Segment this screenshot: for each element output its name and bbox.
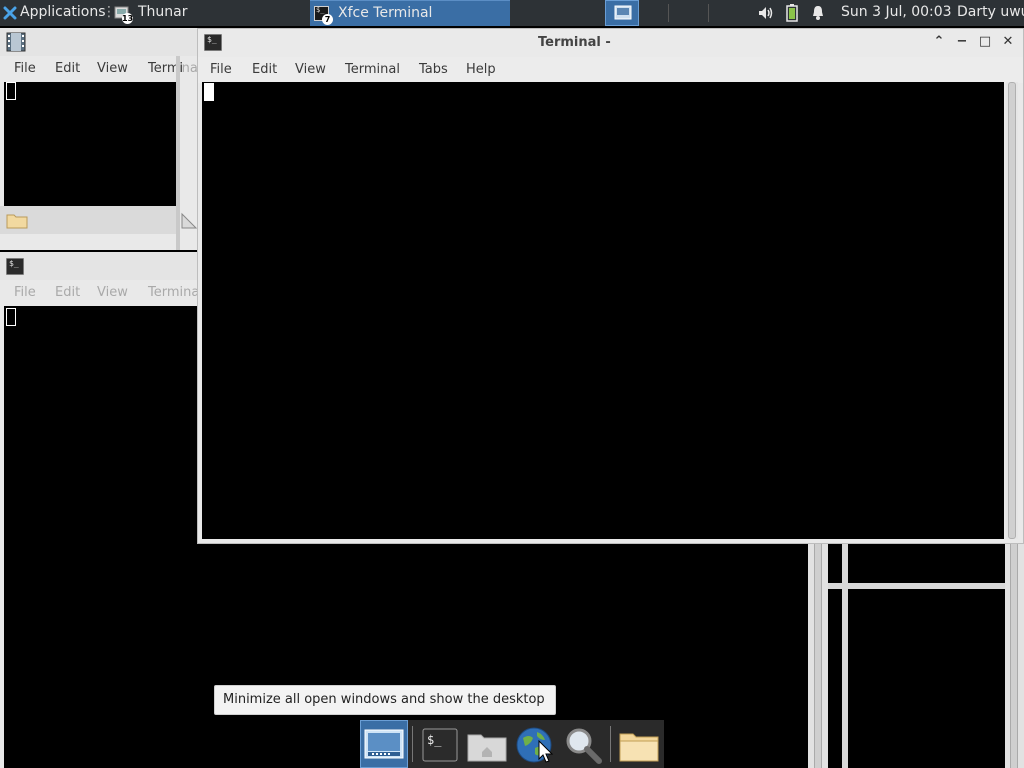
terminal-window-icon: $_ [204, 34, 222, 51]
main-terminal-menubar: File Edit View Terminal Tabs Help [198, 57, 1023, 83]
notification-bell-icon[interactable] [810, 5, 826, 21]
battery-icon[interactable] [786, 4, 798, 22]
folder-icon [619, 733, 659, 762]
menu-terminal[interactable]: Terminal [345, 62, 400, 77]
panel-separator [668, 4, 669, 22]
media-window-bottom-bar [0, 206, 176, 234]
show-desktop-icon [364, 729, 404, 759]
dock-web-browser-button[interactable] [512, 722, 556, 766]
dock-separator [610, 726, 611, 762]
back-terminal-output[interactable] [4, 306, 200, 768]
terminal-scrollbar[interactable] [1006, 82, 1018, 539]
menu-file[interactable]: File [210, 62, 232, 77]
menu-help[interactable]: Help [466, 62, 496, 77]
volume-icon[interactable] [757, 5, 775, 21]
applications-menu-button[interactable]: Applications ⋮ [0, 0, 116, 26]
dock-app-finder-button[interactable] [560, 722, 604, 766]
menu-view[interactable]: View [97, 61, 128, 76]
maximize-window-button[interactable]: □ [978, 35, 992, 49]
top-panel: Applications ⋮ 13 Thunar $_ 7 Xfce Termi… [0, 0, 1024, 26]
background-window-right-edge [1005, 543, 1024, 768]
magnifier-icon [566, 728, 602, 764]
main-terminal-titlebar[interactable]: $_ Terminal - ⌃ − □ ✕ [198, 29, 1023, 57]
media-window-menubar: File Edit View Termi inal [0, 56, 200, 82]
xfce-logo-icon [3, 6, 17, 20]
show-desktop-icon [614, 5, 632, 20]
mouse-pointer-icon [538, 740, 554, 763]
taskbar-label: Xfce Terminal [338, 5, 433, 21]
menu-edit[interactable]: Edit [55, 285, 80, 300]
back-terminal-menubar: File Edit View Termina [0, 280, 200, 306]
folder-icon[interactable] [6, 212, 28, 229]
dock-home-folder-button[interactable] [464, 722, 508, 766]
thunar-window-count-badge: 13 [122, 13, 134, 24]
back-terminal-window[interactable]: $_ File Edit View Termina [0, 252, 200, 768]
menu-file[interactable]: File [14, 285, 36, 300]
clock[interactable]: Sun 3 Jul, 00:03 [841, 4, 952, 20]
user-name[interactable]: Darty uwu [957, 4, 1024, 20]
terminal-cursor [6, 82, 16, 100]
dock-file-manager-button[interactable] [616, 722, 660, 766]
show-desktop-panel-button[interactable] [605, 0, 639, 26]
main-terminal-output[interactable] [202, 82, 1004, 539]
window-title: Terminal - [538, 35, 611, 50]
shade-window-button[interactable]: ⌃ [932, 35, 946, 49]
tooltip: Minimize all open windows and show the d… [214, 685, 556, 715]
media-window-titlebar[interactable] [0, 28, 200, 56]
terminal-window-count-badge: 7 [322, 14, 333, 25]
media-window[interactable]: File Edit View Termi inal [0, 28, 200, 250]
dock-show-desktop-button[interactable] [360, 720, 408, 768]
menu-edit[interactable]: Edit [55, 61, 80, 76]
panel-separator [708, 4, 709, 22]
menu-terminal[interactable]: Termina [148, 285, 199, 300]
tooltip-text: Minimize all open windows and show the d… [223, 692, 545, 707]
ruler-icon [181, 212, 198, 229]
dock-separator [412, 726, 413, 762]
background-window-frame [808, 543, 828, 768]
menu-tabs[interactable]: Tabs [419, 62, 448, 77]
terminal-cursor [204, 83, 214, 101]
media-window-content[interactable] [4, 82, 176, 206]
menu-view[interactable]: View [295, 62, 326, 77]
menu-file[interactable]: File [14, 61, 36, 76]
back-terminal-titlebar[interactable]: $_ [0, 252, 200, 280]
minimize-window-button[interactable]: − [955, 35, 969, 49]
menu-edit[interactable]: Edit [252, 62, 277, 77]
svg-text:$_: $_ [427, 733, 442, 747]
background-window-frame-right [842, 543, 848, 768]
main-terminal-window[interactable]: $_ Terminal - ⌃ − □ ✕ File Edit View Ter… [197, 28, 1024, 544]
bottom-dock: $_ [360, 720, 664, 768]
dock-terminal-button[interactable]: $_ [418, 722, 462, 766]
terminal-window-icon: $_ [6, 258, 24, 275]
taskbar-label: Thunar [138, 4, 188, 20]
taskbar-item-xfce-terminal[interactable]: $_ 7 Xfce Terminal [310, 0, 510, 26]
terminal-cursor [6, 308, 16, 326]
scrollbar-track[interactable] [1010, 543, 1018, 768]
close-window-button[interactable]: ✕ [1001, 35, 1015, 49]
terminal-icon: $_ [422, 728, 458, 762]
home-folder-icon [467, 734, 507, 762]
background-window-hbar [828, 583, 1024, 589]
film-strip-icon [6, 32, 26, 52]
applications-label: Applications [20, 4, 106, 20]
menu-view[interactable]: View [97, 285, 128, 300]
taskbar-item-thunar[interactable]: 13 Thunar [110, 0, 310, 26]
scrollbar-track[interactable] [814, 543, 822, 768]
scrollbar-thumb[interactable] [1008, 82, 1016, 539]
